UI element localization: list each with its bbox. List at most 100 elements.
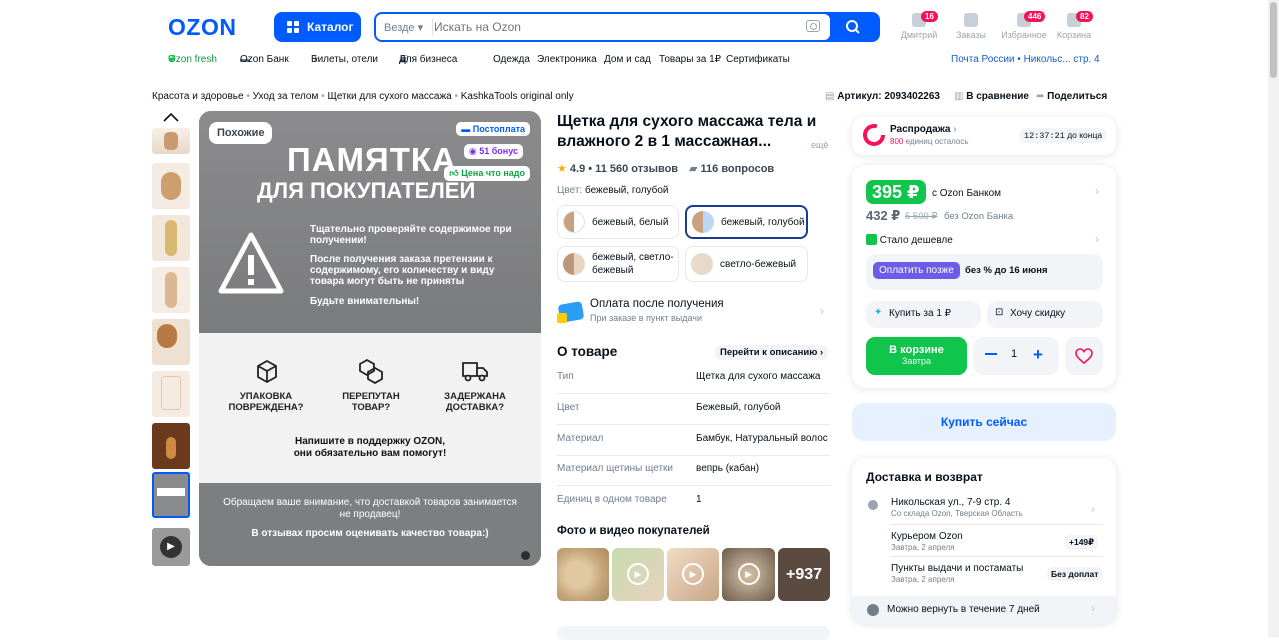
delivery-location[interactable]: Почта России • Никольс... стр. 4	[951, 54, 1100, 65]
nav-item-one-ruble[interactable]: Товары за 1₽	[659, 54, 721, 65]
search-bar: Везде ▾	[374, 12, 880, 42]
title-more-link[interactable]: ещё	[811, 140, 828, 150]
play-icon: ▶	[160, 536, 182, 558]
page-scrollbar[interactable]	[1268, 0, 1279, 637]
thumbnail[interactable]	[152, 215, 190, 261]
thumbnail[interactable]	[152, 267, 190, 313]
variant-beige-white[interactable]: бежевый, белый	[557, 205, 679, 239]
favorite-button[interactable]	[1065, 337, 1103, 375]
box-icon	[964, 13, 978, 27]
share-button[interactable]: ➦ Поделиться	[1036, 91, 1107, 102]
spec-value: вепрь (кабан)	[696, 463, 760, 474]
go-to-description-button[interactable]: Перейти к описанию ›	[715, 345, 829, 360]
more-photos-button[interactable]: +937	[778, 548, 830, 601]
compare-button[interactable]: ▥ В сравнение	[954, 91, 1029, 102]
sale-card[interactable]: Распродажа › 800 единиц осталось 12:37:2…	[852, 117, 1116, 155]
orders-link[interactable]: Заказы	[951, 13, 991, 40]
want-discount-button[interactable]: ⊡ Хочу скидку	[987, 301, 1103, 328]
delivery-address[interactable]: Никольская ул., 7-9 стр. 4 Со склада Ozon…	[891, 497, 1023, 518]
chevron-right-icon[interactable]: ›	[1091, 502, 1095, 516]
nav-item-certificates[interactable]: Сертификаты	[726, 54, 790, 65]
similar-button[interactable]: Похожие	[209, 122, 273, 144]
chevron-up-icon[interactable]	[163, 112, 179, 122]
divider	[432, 18, 433, 36]
issue-wrong-item: ПЕРЕПУТАН ТОВАР?	[342, 391, 400, 413]
about-link-label: Перейти к описанию	[720, 347, 818, 358]
variant-beige-light-beige[interactable]: бежевый, светло-бежевый	[557, 246, 679, 282]
minus-icon[interactable]	[985, 353, 997, 355]
article-number[interactable]: ▤ Артикул: 2093402263	[825, 91, 940, 102]
questions-link[interactable]: ▰ 116 вопросов	[689, 162, 774, 175]
delivery-courier[interactable]: Курьером Ozon Завтра, 2 апреля	[891, 531, 963, 552]
gallery-next-icon[interactable]	[521, 551, 530, 560]
cart-link[interactable]: 82 Корзина	[1054, 11, 1094, 40]
buy-now-button[interactable]: Купить сейчас	[852, 403, 1116, 441]
breadcrumb-item[interactable]: KashkaTools original only	[461, 91, 574, 102]
header: OZON Каталог Везде ▾ 16 Дмитрий Заказы 4…	[0, 0, 1279, 50]
variant-light-beige[interactable]: светло-бежевый	[685, 246, 808, 282]
thumbnail[interactable]	[152, 319, 190, 365]
thumbnail-video[interactable]: ▶	[152, 528, 190, 566]
spec-value: Щетка для сухого массажа	[696, 371, 821, 382]
pay-later-button[interactable]: Оплатить позже	[873, 262, 960, 279]
regular-price-label: без Ozon Банка	[944, 211, 1014, 222]
color-value: бежевый, голубой	[584, 185, 669, 196]
in-cart-label: В корзине	[889, 344, 944, 356]
return-icon	[867, 604, 879, 616]
customer-video[interactable]: ▶	[612, 548, 664, 601]
thumbnail[interactable]	[152, 163, 190, 209]
thumbnail[interactable]	[152, 128, 190, 154]
delivery-title: Доставка и возврат	[866, 470, 983, 484]
swatch	[563, 253, 585, 275]
spec-key: Единиц в одном товаре	[557, 494, 667, 505]
product-main-image[interactable]: Похожие ▬ Постоплата ◉ 51 бонус 👍︎ Цена …	[199, 111, 541, 566]
chevron-right-icon[interactable]: ›	[820, 304, 824, 318]
search-icon[interactable]	[838, 18, 868, 36]
play-icon: ▶	[737, 563, 760, 585]
favorites-link[interactable]: 446 Избранное	[1001, 11, 1047, 40]
postpay-title[interactable]: Оплата после получения	[590, 298, 724, 310]
scrollbar-thumb[interactable]	[1270, 2, 1277, 78]
profile-label: Дмитрий	[900, 30, 938, 40]
badge-label: 51 бонус	[479, 146, 518, 156]
timer-value: 12:37:21	[1024, 131, 1065, 141]
delivery-pickup[interactable]: Пункты выдачи и постаматы Завтра, 2 апрел…	[891, 563, 1023, 584]
address-text: Никольская ул., 7-9 стр. 4	[891, 497, 1011, 508]
catalog-button[interactable]: Каталог	[274, 12, 361, 42]
buy-for-1-button[interactable]: ✦ Купить за 1 ₽	[866, 301, 981, 328]
search-scope-dropdown[interactable]: Везде ▾	[384, 21, 423, 34]
ozon-logo[interactable]: OZON	[168, 14, 236, 41]
in-cart-sub: Завтра	[901, 356, 932, 366]
courier-price: +149₽	[1065, 535, 1099, 550]
return-policy[interactable]: Можно вернуть в течение 7 дней ›	[852, 596, 1116, 624]
price-drop[interactable]: Стало дешевле	[866, 234, 953, 246]
nav-item-home[interactable]: Дом и сад	[604, 54, 651, 65]
chevron-right-icon[interactable]: ›	[1095, 184, 1099, 198]
postpay-icon	[557, 299, 585, 325]
chevron-right-icon[interactable]: ›	[1095, 232, 1099, 246]
pickup-price: Без доплат	[1047, 567, 1103, 581]
nav-item-clothes[interactable]: Одежда	[493, 54, 530, 65]
thumbnail[interactable]	[152, 423, 190, 469]
breadcrumb-item[interactable]: Красота и здоровье	[152, 91, 244, 102]
breadcrumb-item[interactable]: Уход за телом	[253, 91, 319, 102]
questions-text: 116 вопросов	[700, 163, 775, 175]
memo-text-3: Будьте внимательны!	[310, 296, 420, 307]
in-cart-button[interactable]: В корзине Завтра	[866, 337, 967, 375]
plus-icon[interactable]: +	[1033, 345, 1043, 365]
customer-photo[interactable]	[557, 548, 609, 601]
share-icon: ➦	[1036, 91, 1048, 102]
variant-beige-blue-selected[interactable]: бежевый, голубой	[685, 205, 808, 239]
sale-count-number: 800	[890, 137, 904, 146]
search-input[interactable]	[434, 18, 794, 36]
sale-logo-icon	[863, 124, 885, 146]
breadcrumb-item[interactable]: Щетки для сухого массажа	[327, 91, 451, 102]
customer-video[interactable]: ▶	[667, 548, 719, 601]
thumbnail[interactable]	[152, 371, 190, 417]
customer-video[interactable]: ▶	[722, 548, 775, 601]
thumbnail-selected[interactable]	[152, 472, 190, 518]
profile-link[interactable]: 16 Дмитрий	[899, 11, 939, 40]
rating-link[interactable]: ★ 4.9 • 11 560 отзывов	[557, 162, 678, 175]
camera-icon[interactable]	[806, 20, 820, 32]
nav-item-electronics[interactable]: Электроника	[537, 54, 597, 65]
